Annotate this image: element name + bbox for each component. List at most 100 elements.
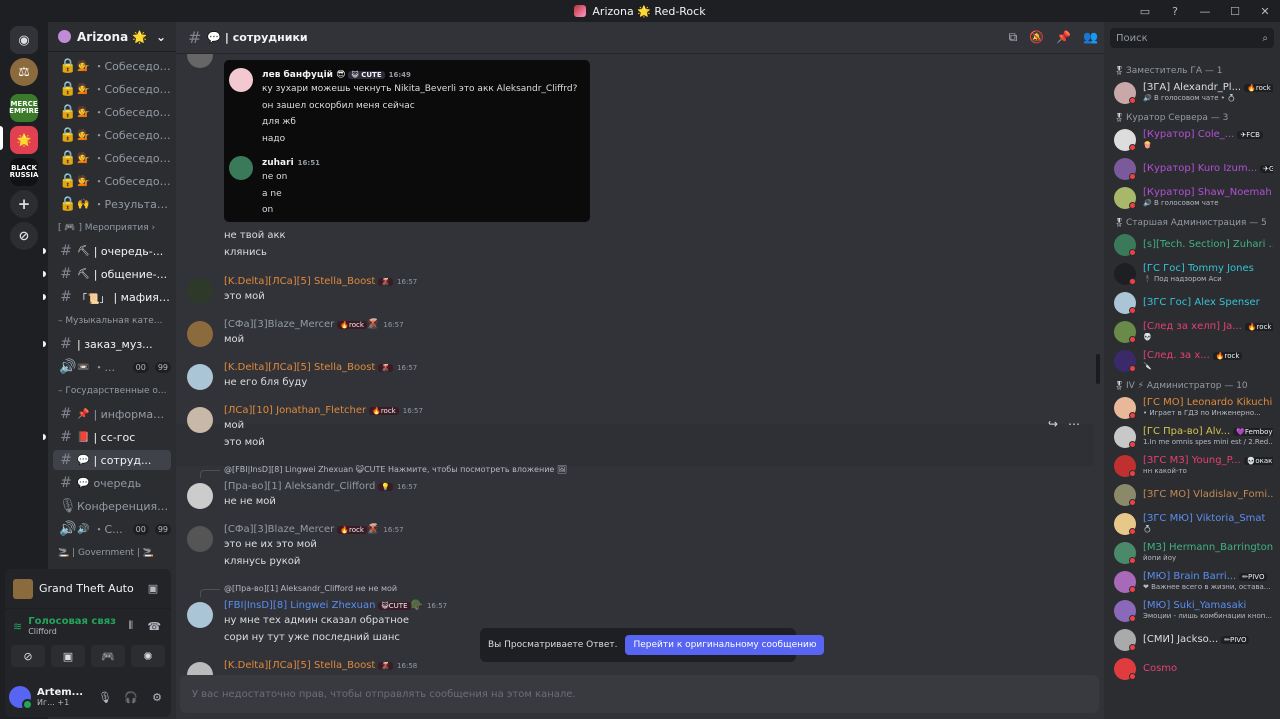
channel-item[interactable]: 🔒 💁 ・Собеседов... <box>53 56 171 76</box>
message-author[interactable]: [FBI|InsD][8] Lingwei Zhexuan <box>224 600 375 611</box>
headphones-icon[interactable]: 🎧 <box>121 691 141 704</box>
member-item[interactable]: Cosmo <box>1112 656 1274 682</box>
stream-icon[interactable]: ▣ <box>143 582 163 595</box>
member-item[interactable]: [ЗГС МЮ] Viktoria_Smat 💍 <box>1112 511 1274 537</box>
channel-item[interactable]: 🔒 💁 ・Собеседов... <box>53 171 171 191</box>
reply-icon[interactable]: ↪ <box>1048 417 1058 431</box>
voice-status[interactable]: Голосовая связ <box>28 616 116 627</box>
message-author[interactable]: [K.Delta][ЛСа][5] Stella_Boost <box>224 276 375 287</box>
gear-icon[interactable]: ⚙ <box>147 691 167 704</box>
member-item[interactable]: [ЗГС МЗ] Young_P... 💀окак нн какой-то <box>1112 453 1274 479</box>
channel-item[interactable]: # 「📜」 | мафия-... <box>53 287 171 307</box>
reply-preview[interactable]: @[Пра-во][1] Aleksandr_Clifford не не мо… <box>224 584 397 593</box>
more-icon[interactable]: ⋯ <box>1068 417 1080 431</box>
soundboard-button[interactable]: ✺ <box>131 645 165 667</box>
channel-item[interactable]: # ⛏ | очередь-... <box>53 241 171 261</box>
member-item[interactable]: [ГС Пра-во] Alv... 💜Femboy 1.In me omnis s… <box>1112 424 1274 450</box>
message-author[interactable]: [СФа][3]Blaze_Mercer <box>224 524 334 535</box>
message-author[interactable]: [K.Delta][ЛСа][5] Stella_Boost <box>224 362 375 373</box>
message-author[interactable]: [K.Delta][ЛСа][5] Stella_Boost <box>224 660 375 671</box>
channel-item[interactable]: 🔊 🔊 ・С... 00 99 <box>53 519 171 539</box>
avatar[interactable] <box>187 526 213 552</box>
channel-item[interactable]: # | заказ_муз... <box>53 334 171 354</box>
disconnect-icon[interactable]: ☎ <box>145 620 163 633</box>
activity-button[interactable]: 🎮 <box>91 645 125 667</box>
channel-item[interactable]: # 📕 | cc-гос <box>53 427 171 447</box>
member-item[interactable]: [Куратор] Shaw_Noemah 🔊 В голосовом чате <box>1112 185 1274 211</box>
hash-icon: # <box>60 475 72 491</box>
member-item[interactable]: [ЗГА] Alexandr_Pl... 🔥rock 🔊 В голосовом ч… <box>1112 80 1274 106</box>
member-item[interactable]: [ГС Гос] Tommy Jones 🕴 Под надзором Аси <box>1112 261 1274 287</box>
message-author[interactable]: [ЛСа][10] Jonathan_Fletcher <box>224 405 366 416</box>
role-tag: 🌋 <box>378 364 394 372</box>
channel-item[interactable]: # 💬 очередь <box>53 473 171 493</box>
minimize-button[interactable]: — <box>1190 5 1220 18</box>
channel-item[interactable]: 🔊 📼 ・... 00 99 <box>53 357 171 377</box>
member-item[interactable]: [ГС МО] Leonardo Kikuchi • Играет в ГДЗ п… <box>1112 395 1274 421</box>
avatar[interactable] <box>187 278 213 304</box>
channel-item[interactable]: 🔒 💁 ・Собеседов... <box>53 148 171 168</box>
members-icon[interactable]: 👥 <box>1083 30 1098 45</box>
avatar[interactable] <box>187 483 213 509</box>
guild-header[interactable]: Arizona 🌟 Re... ⌄ <box>48 22 176 52</box>
channel-item[interactable]: 🔒 🙌 ・Результат... <box>53 194 171 214</box>
member-item[interactable]: [МЮ] Brain Barri... ✏PIVO ❤ Важнее всего в… <box>1112 569 1274 595</box>
close-button[interactable]: ✕ <box>1250 5 1280 18</box>
reply-preview[interactable]: @[FBI|InsD][8] Lingwei Zhexuan 😺CUTE Наж… <box>224 465 567 474</box>
jump-to-original-button[interactable]: Перейти к оригинальному сообщению <box>625 635 825 655</box>
member-item[interactable]: [СМИ] Jackso... ✏PIVO <box>1112 627 1274 653</box>
avatar[interactable] <box>187 407 213 433</box>
explore-servers-icon[interactable]: ⊘ <box>10 222 38 250</box>
member-item[interactable]: [Куратор] Kuro Izum...✈GI <box>1112 156 1274 182</box>
avatar[interactable] <box>187 54 213 68</box>
member-item[interactable]: [МЮ] Suki_Yamasaki Эмоции - лишь комбинац… <box>1112 598 1274 624</box>
member-item[interactable]: [Куратор] Cole_... ✈FCB 🍿 <box>1112 127 1274 153</box>
avatar[interactable] <box>187 364 213 390</box>
image-embed[interactable]: лев банфуцій 😎 😺 CUTE 16:49 ку зухари можеш… <box>224 60 590 222</box>
channel-item[interactable]: 🔒 💁 ・Собеседов... <box>53 125 171 145</box>
message-text: не его бля буду <box>224 377 308 388</box>
message-author[interactable]: [Пра-во][1] Aleksandr_Clifford <box>224 481 375 492</box>
inbox-icon[interactable]: ▭ <box>1130 5 1160 18</box>
server-icon-arizona[interactable]: 🌟 <box>10 126 38 154</box>
channel-item[interactable]: 🔒 💁 ・Собеседов... <box>53 79 171 99</box>
member-item[interactable]: [След за хелп] Ja... 🔥rock 💀 <box>1112 319 1274 345</box>
channel-item[interactable]: # 💬 | сотруд... <box>53 450 171 470</box>
member-item[interactable]: [МЗ] Hermann_Barrington йопи йоу <box>1112 540 1274 566</box>
window-title: Arizona 🌟 Red-Rock <box>574 5 706 18</box>
add-server-icon[interactable]: + <box>10 190 38 218</box>
noise-suppression-icon[interactable]: ⫴ <box>122 619 140 633</box>
member-item[interactable]: [След. за х... 🔥rock 🔪 <box>1112 348 1274 374</box>
microphone-icon[interactable]: 🎙 <box>95 691 115 704</box>
member-item[interactable]: [ЗГС МО] Vladislav_Fomi... <box>1112 482 1274 508</box>
maximize-button[interactable]: ☐ <box>1220 5 1250 18</box>
message-author[interactable]: [СФа][3]Blaze_Mercer <box>224 319 334 330</box>
channel-item[interactable]: 🔒 💁 ・Собеседов... <box>53 102 171 122</box>
threads-icon[interactable]: ⧉ <box>1009 30 1018 45</box>
search-input[interactable]: Поиск ⌕ <box>1110 28 1274 48</box>
channel-item[interactable]: # ⛏ | общение-... <box>53 264 171 284</box>
category-header[interactable]: – Государственные о... <box>58 386 168 396</box>
server-icon-black-russia[interactable]: BLACK RUSSIA <box>10 158 38 186</box>
help-icon[interactable]: ? <box>1160 5 1190 18</box>
category-header[interactable]: [ 🎮 ] Мероприятия › <box>58 223 168 233</box>
channel-item[interactable]: # 📌 | информац... <box>53 404 171 424</box>
voice-count-badge: 99 <box>154 523 171 535</box>
screen-share-button[interactable]: ▣ <box>51 645 85 667</box>
scrollbar[interactable] <box>1096 354 1100 384</box>
pin-icon[interactable]: 📌 <box>1056 30 1071 45</box>
discord-home-icon[interactable]: ◉ <box>10 26 38 54</box>
channel-item[interactable]: 🎙 Конференция с... <box>53 496 171 516</box>
mute-icon[interactable]: 🔕 <box>1029 30 1044 45</box>
member-tag: ✈FCB <box>1237 131 1263 139</box>
member-item[interactable]: [ЗГС Гос] Alex Spenser <box>1112 290 1274 316</box>
server-icon-scales[interactable]: ⚖ <box>10 58 38 86</box>
member-item[interactable]: [s][Tech. Section] Zuhari ... <box>1112 232 1274 258</box>
avatar[interactable] <box>187 321 213 347</box>
server-icon-merce-empire[interactable]: MERCE EMPIRE <box>9 94 39 122</box>
avatar[interactable] <box>187 602 213 628</box>
camera-off-button[interactable]: ⊘ <box>11 645 45 667</box>
avatar[interactable] <box>9 686 33 710</box>
category-header[interactable]: – Музыкальная кате... <box>58 316 168 326</box>
category-header[interactable]: 🚬 | Government | 🚬 <box>58 548 168 558</box>
